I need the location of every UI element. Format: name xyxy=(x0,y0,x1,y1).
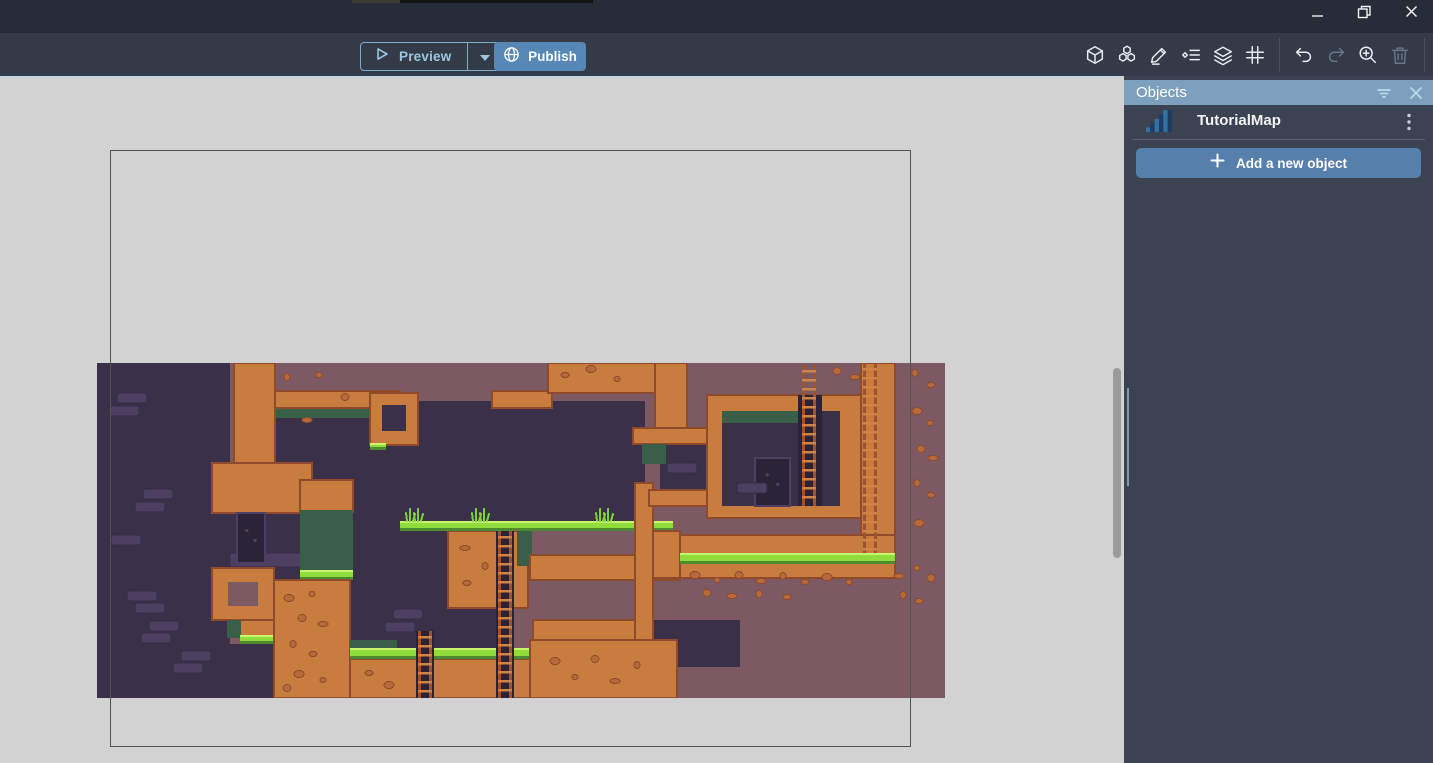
restore-window-button[interactable] xyxy=(1341,0,1387,33)
layers-icon[interactable] xyxy=(1211,43,1235,67)
zoom-in-icon[interactable] xyxy=(1356,43,1380,67)
objects-panel: Objects TutorialMap xyxy=(1124,76,1433,763)
chevron-down-icon xyxy=(480,48,490,66)
toolbar-icon-group xyxy=(1083,33,1433,76)
tilemap-icon xyxy=(1146,109,1172,133)
object-list-item[interactable]: TutorialMap xyxy=(1124,105,1433,138)
preview-button[interactable]: Preview xyxy=(360,42,502,71)
play-icon xyxy=(374,46,390,67)
scene-editor-canvas[interactable] xyxy=(0,76,1124,763)
edit-properties-icon[interactable] xyxy=(1147,43,1171,67)
filter-icon[interactable] xyxy=(1375,84,1393,102)
canvas-vertical-scrollbar[interactable] xyxy=(1113,368,1121,558)
app-window: Preview Publish Objects xyxy=(0,0,1433,763)
panel-scrollbar[interactable] xyxy=(1127,388,1129,486)
tilemap-instance[interactable] xyxy=(97,363,945,698)
titlebar-strip-dark xyxy=(400,0,593,3)
toolbar-separator xyxy=(1279,38,1280,72)
titlebar xyxy=(0,0,1433,33)
list-divider xyxy=(1132,139,1425,140)
toolbar-separator xyxy=(1424,38,1425,72)
close-icon[interactable] xyxy=(1407,84,1425,102)
objects-panel-title: Objects xyxy=(1136,84,1187,101)
preview-button-label: Preview xyxy=(399,49,451,64)
kebab-menu-icon[interactable] xyxy=(1399,111,1419,133)
add-object-button-label: Add a new object xyxy=(1236,156,1347,171)
plus-icon xyxy=(1210,153,1225,173)
titlebar-strip xyxy=(352,0,400,3)
close-window-button[interactable] xyxy=(1388,0,1433,33)
instances-list-icon[interactable] xyxy=(1179,43,1203,67)
redo-icon xyxy=(1324,43,1348,67)
objects-panel-header: Objects xyxy=(1124,80,1433,105)
objects-list-icon[interactable] xyxy=(1083,43,1107,67)
globe-icon xyxy=(503,46,520,68)
add-object-button[interactable]: Add a new object xyxy=(1136,148,1421,178)
trash-icon xyxy=(1388,43,1412,67)
undo-icon[interactable] xyxy=(1292,43,1316,67)
publish-button[interactable]: Publish xyxy=(494,42,586,71)
grid-icon[interactable] xyxy=(1243,43,1267,67)
publish-button-label: Publish xyxy=(528,49,577,64)
object-name: TutorialMap xyxy=(1197,112,1281,129)
toolbar: Preview Publish xyxy=(0,33,1433,76)
canvas-top-separator xyxy=(0,76,1124,78)
minimize-window-button[interactable] xyxy=(1294,0,1340,33)
objects-panel-header-icons xyxy=(1375,80,1425,105)
object-groups-icon[interactable] xyxy=(1115,43,1139,67)
preview-button-main[interactable]: Preview xyxy=(361,43,467,70)
